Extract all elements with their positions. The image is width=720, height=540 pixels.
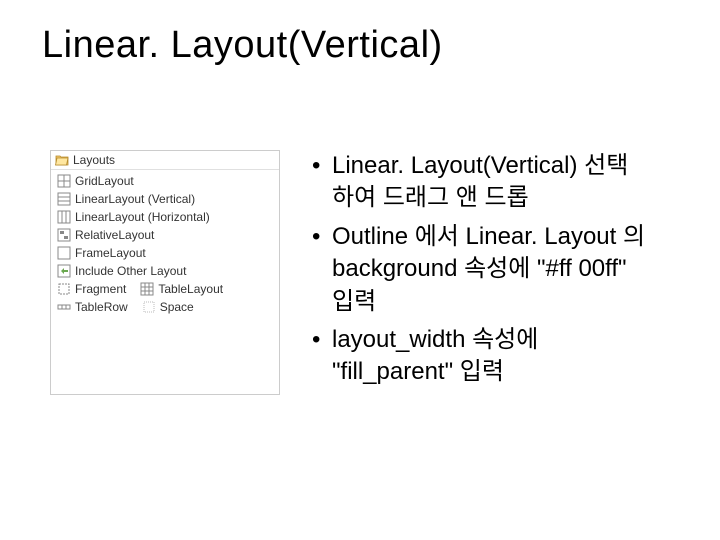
palette-item-label: LinearLayout (Horizontal) [75,210,210,224]
palette-item-label: RelativeLayout [75,228,154,242]
palette-item-relativelayout[interactable]: RelativeLayout [55,226,265,244]
palette-item-label: TableLayout [158,282,223,296]
grid-icon [57,174,71,188]
palette-item-include-other-layout[interactable]: Include Other Layout [55,262,265,280]
table-icon [140,282,154,296]
content-row: Layouts GridLayout [50,150,670,395]
relative-icon [57,228,71,242]
linear-horizontal-icon [57,210,71,224]
palette-item-tablelayout[interactable]: TableLayout [138,280,225,298]
palette-item-linearlayout-horizontal[interactable]: LinearLayout (Horizontal) [55,208,265,226]
include-icon [57,264,71,278]
bullet-item: Outline 에서 Linear. Layout 의 background 속… [310,221,650,318]
frame-icon [57,246,71,260]
folder-open-icon [55,154,69,166]
palette-header-label: Layouts [73,153,115,167]
tablerow-icon [57,300,71,314]
palette-item-linearlayout-vertical[interactable]: LinearLayout (Vertical) [55,190,265,208]
palette-item-label: Fragment [75,282,126,296]
palette-item-label: Space [160,300,194,314]
palette-item-label: Include Other Layout [75,264,186,278]
palette-grid: GridLayout LinearLayout (Vertical) [51,170,279,322]
palette-header: Layouts [51,151,279,170]
palette-item-label: GridLayout [75,174,134,188]
palette-item-label: LinearLayout (Vertical) [75,192,195,206]
page-title: Linear. Layout(Vertical) [42,24,443,67]
palette-item-gridlayout[interactable]: GridLayout [55,172,265,190]
bullet-item: layout_width 속성에 "fill_parent" 입력 [310,324,650,389]
palette-item-tablerow[interactable]: TableRow [55,298,130,316]
palette-item-framelayout[interactable]: FrameLayout [55,244,265,262]
fragment-icon [57,282,71,296]
space-icon [142,300,156,314]
palette-item-label: TableRow [75,300,128,314]
palette-item-space[interactable]: Space [140,298,196,316]
instruction-bullets: Linear. Layout(Vertical) 선택하여 드래그 앤 드롭 O… [310,150,650,395]
palette-item-label: FrameLayout [75,246,146,260]
palette-item-fragment[interactable]: Fragment [55,280,128,298]
linear-vertical-icon [57,192,71,206]
layouts-palette-panel: Layouts GridLayout [50,150,280,395]
bullet-item: Linear. Layout(Vertical) 선택하여 드래그 앤 드롭 [310,150,650,215]
